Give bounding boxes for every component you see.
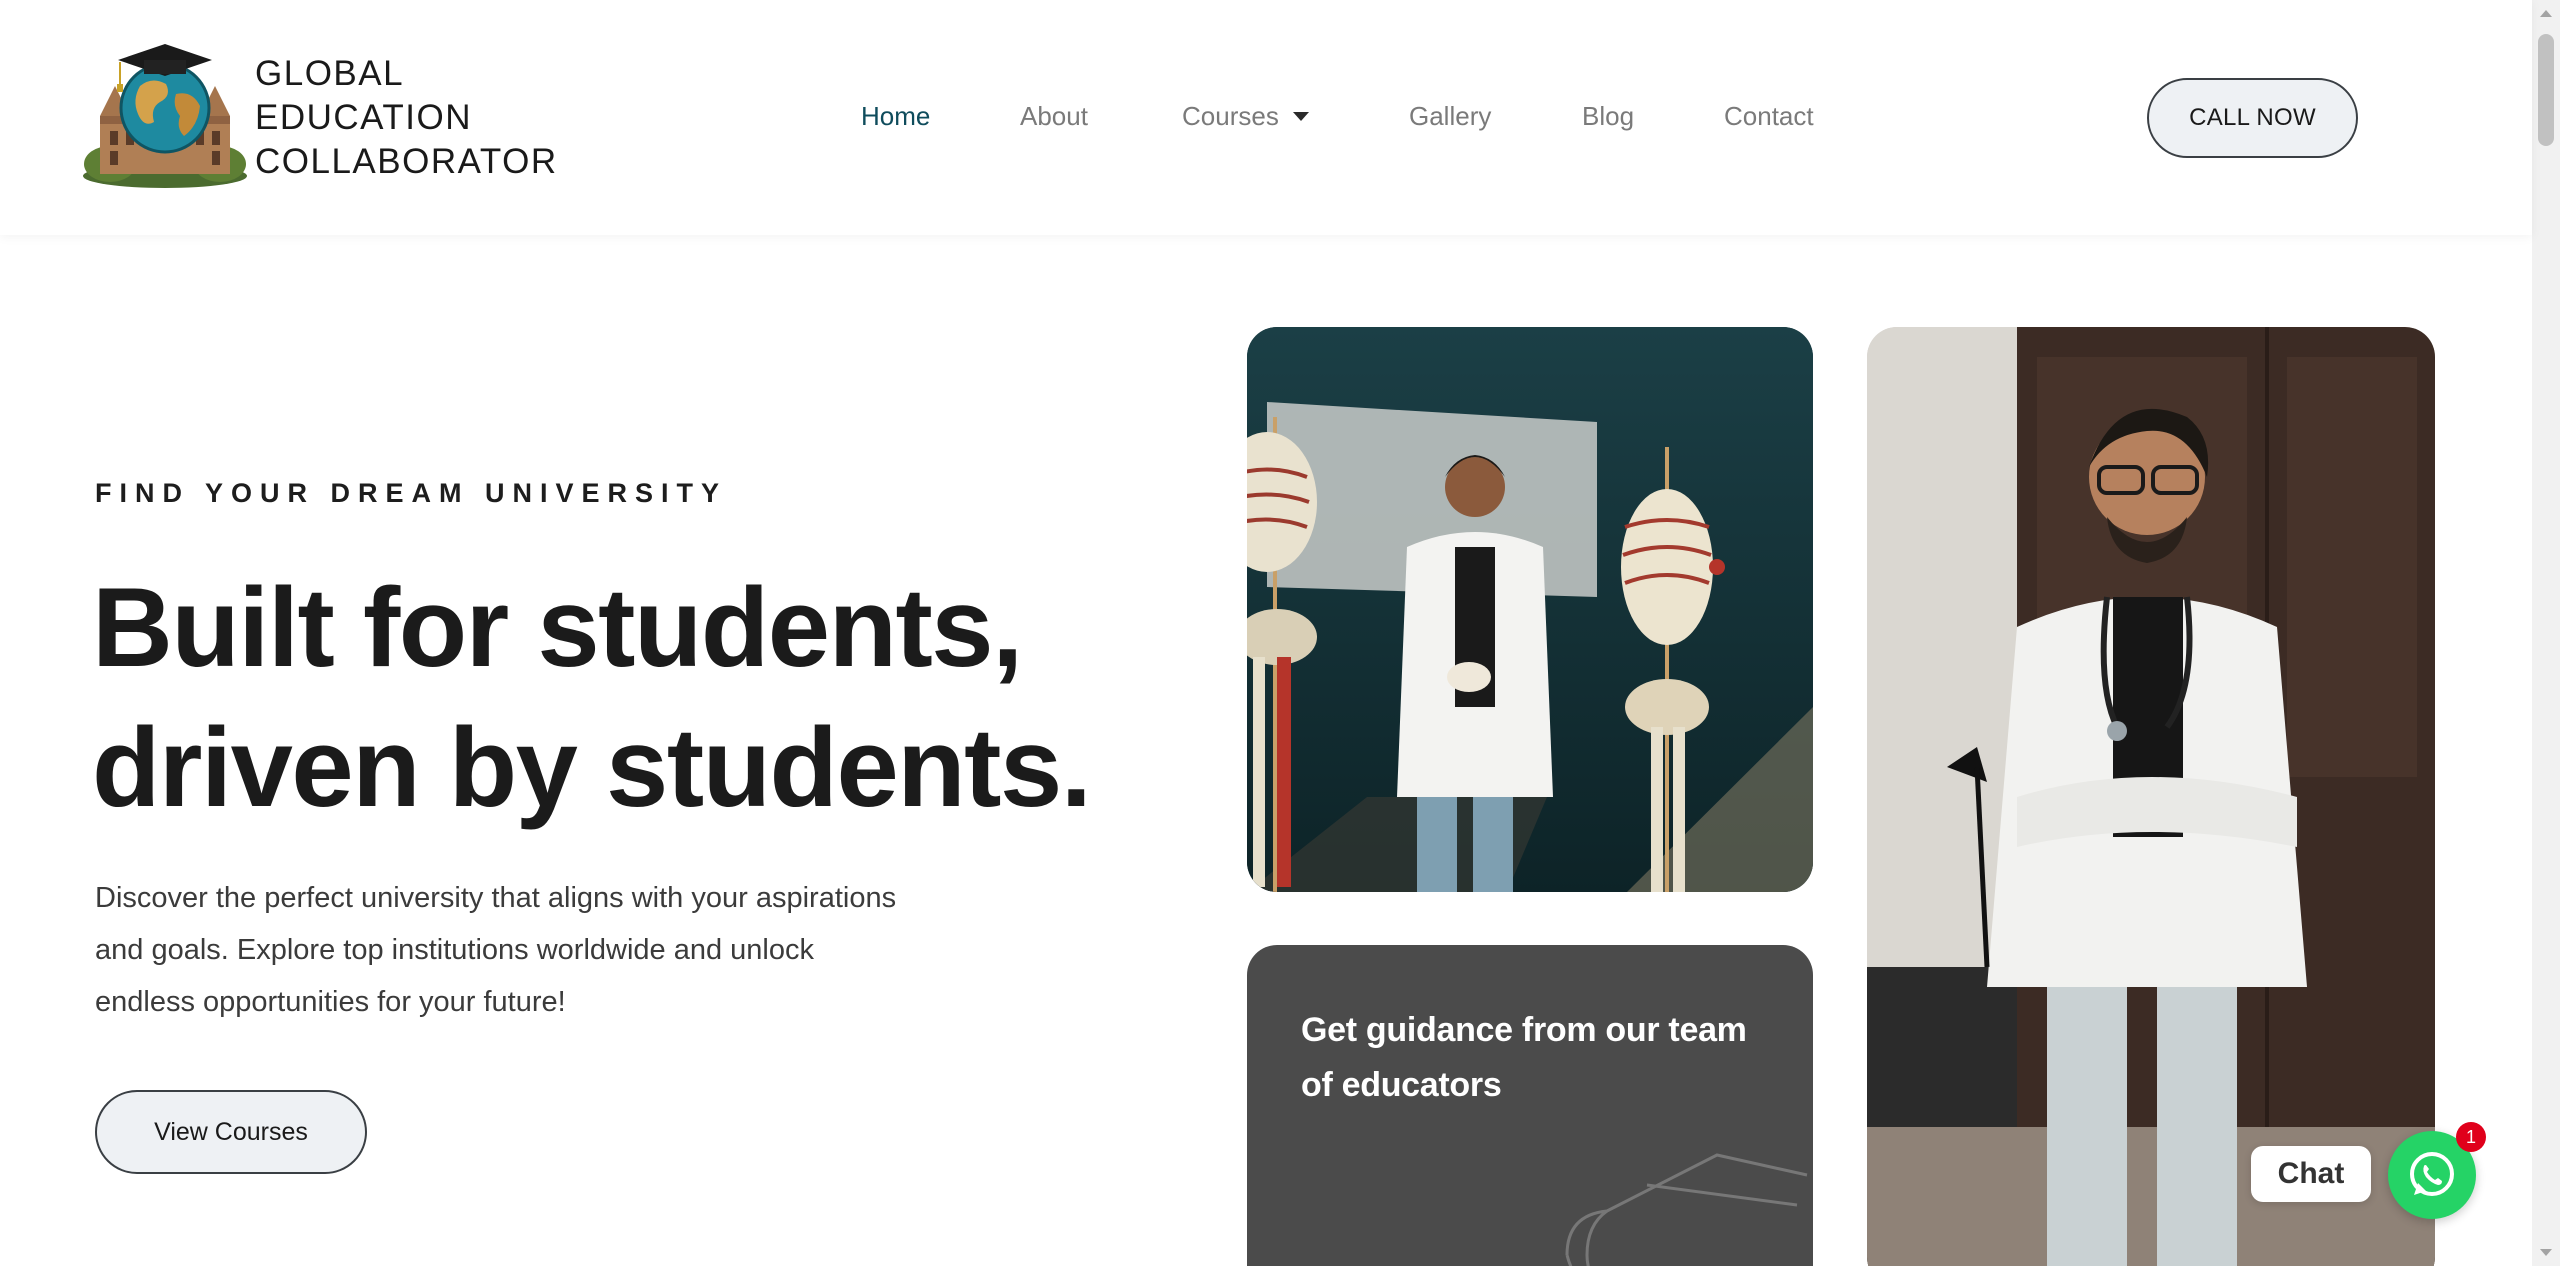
chevron-down-icon bbox=[1292, 111, 1309, 121]
book-icon bbox=[1565, 1153, 1808, 1266]
nav-about[interactable]: About bbox=[1020, 101, 1088, 132]
scroll-up-arrow-icon[interactable] bbox=[2540, 10, 2552, 17]
guidance-card: Get guidance from our team of educators bbox=[1247, 945, 1813, 1266]
page: GLOBAL EDUCATION COLLABORATOR Home About… bbox=[0, 0, 2560, 1266]
nav-blog[interactable]: Blog bbox=[1582, 101, 1634, 132]
whatsapp-icon bbox=[2410, 1152, 2454, 1196]
headline-line-1: Built for students, bbox=[92, 565, 1023, 690]
nav-gallery[interactable]: Gallery bbox=[1409, 101, 1491, 132]
call-now-button[interactable]: CALL NOW bbox=[2147, 78, 2358, 158]
nav-home[interactable]: Home bbox=[861, 101, 930, 132]
hero-description: Discover the perfect university that ali… bbox=[95, 882, 897, 1018]
nav-contact[interactable]: Contact bbox=[1724, 101, 1814, 132]
view-courses-button[interactable]: View Courses bbox=[95, 1090, 367, 1174]
nav-courses-label: Courses bbox=[1182, 101, 1279, 131]
scrollbar-thumb[interactable] bbox=[2538, 34, 2554, 146]
nav-courses[interactable]: Courses bbox=[1182, 101, 1309, 132]
brand-line-3: COLLABORATOR bbox=[255, 142, 558, 181]
headline-line-2: driven by students. bbox=[92, 705, 1092, 830]
brand-line-1: GLOBAL bbox=[255, 54, 405, 93]
guidance-text: Get guidance from our team of educators bbox=[1301, 1011, 1747, 1104]
doctor-student-photo bbox=[1867, 327, 2435, 1266]
scroll-down-arrow-icon[interactable] bbox=[2540, 1249, 2552, 1256]
chat-label[interactable]: Chat bbox=[2251, 1146, 2371, 1202]
student-with-skeletons-photo bbox=[1247, 327, 1813, 892]
site-header: GLOBAL EDUCATION COLLABORATOR Home About… bbox=[0, 0, 2532, 235]
logo-image[interactable] bbox=[80, 36, 250, 190]
notification-badge: 1 bbox=[2456, 1122, 2486, 1152]
brand-line-2: EDUCATION bbox=[255, 98, 473, 137]
brand-name[interactable]: GLOBAL EDUCATION COLLABORATOR bbox=[255, 52, 558, 184]
page-scrollbar[interactable] bbox=[2532, 0, 2560, 1266]
hero-headline: Built for students, driven by students. bbox=[92, 558, 1092, 838]
hero-eyebrow: FIND YOUR DREAM UNIVERSITY bbox=[95, 478, 728, 508]
